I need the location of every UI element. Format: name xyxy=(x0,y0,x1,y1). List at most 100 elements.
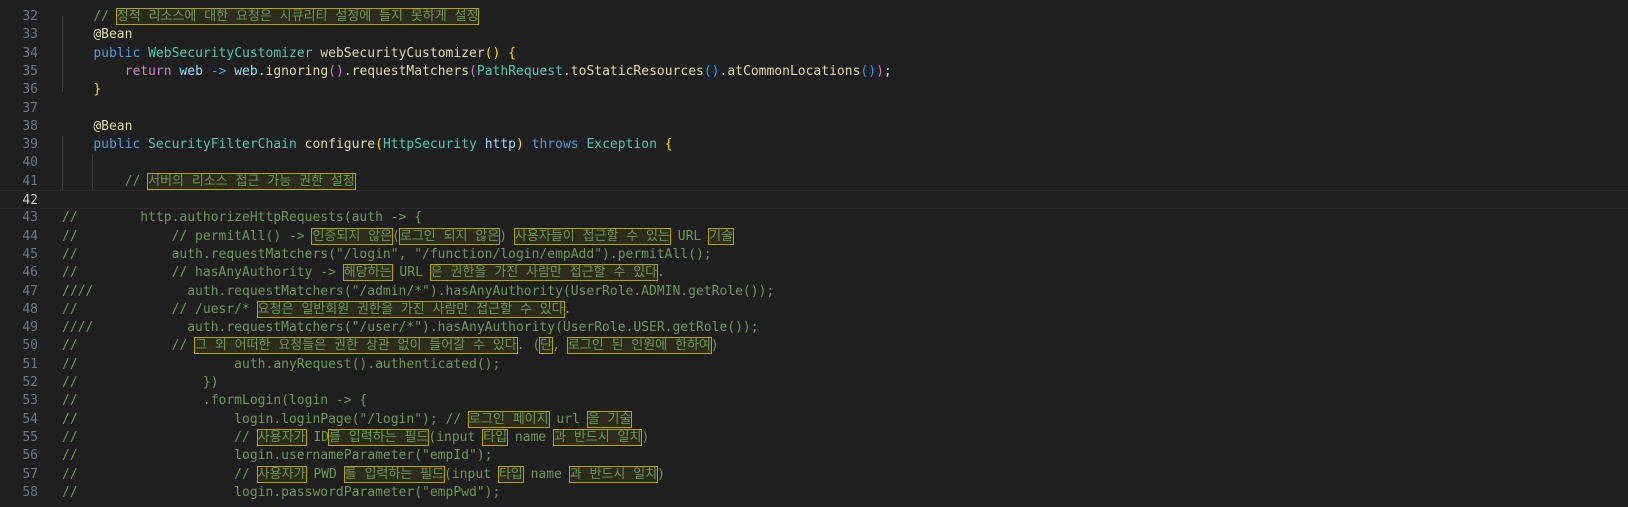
line-number: 44 xyxy=(22,228,38,244)
code-line[interactable]: 34 public WebSecurityCustomizer webSecur… xyxy=(0,44,1628,63)
code-line[interactable]: 52 // }) xyxy=(0,373,1628,392)
code-text: // // 그 외 어떠한 요청들은 권한 상관 없이 들어갈 수 있다. (단… xyxy=(62,336,719,355)
unicode-highlight: 사용자가 xyxy=(256,428,307,446)
code-token: name xyxy=(507,429,555,445)
code-text: // 서버의 리소스 접근 가능 권한 설정 xyxy=(62,172,356,191)
code-token: ID xyxy=(305,429,329,445)
code-line[interactable]: 58 // login.passwordParameter("empPwd"); xyxy=(0,483,1628,502)
code-line[interactable]: 47 //// auth.requestMatchers("/admin/*").… xyxy=(0,282,1628,301)
code-text: // .formLogin(login -> { xyxy=(62,391,367,410)
code-token: webSecurityCustomizer xyxy=(320,45,485,61)
code-text: // auth.requestMatchers("/login", "/func… xyxy=(62,245,712,264)
code-token: . ( xyxy=(516,338,541,354)
unicode-highlight: 타입 xyxy=(497,465,524,483)
code-token: // login.loginPage("/login"); // xyxy=(62,411,469,427)
code-line[interactable]: 33 @Bean xyxy=(0,25,1628,44)
code-text: // // 사용자가 PWD 를 입력하는 필드(input 타입 name 과… xyxy=(62,465,665,484)
code-token: ( xyxy=(469,63,477,79)
code-line[interactable]: 32 // 정적 리소스에 대한 요청은 시큐리티 설정에 들지 못하게 설정 xyxy=(0,7,1628,26)
code-token: @Bean xyxy=(93,27,133,43)
line-number: 56 xyxy=(22,448,38,464)
code-line[interactable]: 46 // // hasAnyAuthority -> 해당하는 URL 은 권한… xyxy=(0,263,1628,282)
code-token: { xyxy=(664,137,673,153)
code-line[interactable]: 41 // 서버의 리소스 접근 가능 권한 설정 xyxy=(0,172,1628,191)
code-token: PWD xyxy=(305,466,345,482)
code-token: . xyxy=(657,265,665,281)
code-line[interactable]: 48 // // /uesr/* 요청은 일반회원 권한을 가진 사람만 접근할 … xyxy=(0,300,1628,319)
code-token: // xyxy=(93,9,117,24)
unicode-highlight: 서버의 리소스 접근 가능 권한 설정 xyxy=(147,172,356,190)
unicode-highlight: 해당하는 xyxy=(342,264,393,282)
code-token: (input xyxy=(428,429,484,445)
code-token: -> xyxy=(210,63,235,79)
code-token: requestMatchers xyxy=(351,63,470,79)
unicode-highlight: 과 반드시 일치 xyxy=(568,465,659,483)
code-line[interactable]: 56 // login.usernameParameter("empId"); xyxy=(0,446,1628,465)
code-token: URL xyxy=(391,265,431,281)
code-token: Exception xyxy=(586,137,665,153)
code-line[interactable]: 38 @Bean xyxy=(0,117,1628,136)
code-text: // 정적 리소스에 대한 요청은 시큐리티 설정에 들지 못하게 설정 xyxy=(62,7,480,26)
code-line[interactable]: 42 xyxy=(0,190,1628,209)
code-text: // auth.anyRequest().authenticated(); xyxy=(62,355,500,374)
code-line[interactable]: 37 xyxy=(0,99,1628,118)
code-token: . xyxy=(563,301,572,317)
code-token: ) xyxy=(516,137,524,153)
code-line[interactable]: 40 xyxy=(0,153,1628,172)
code-token: PathRequest xyxy=(476,63,563,79)
code-text: // }) xyxy=(62,373,219,392)
code-line[interactable]: 51 // auth.anyRequest().authenticated(); xyxy=(0,355,1628,374)
code-line[interactable]: 45 // auth.requestMatchers("/login", "/fu… xyxy=(0,245,1628,264)
code-line[interactable]: 57 // // 사용자가 PWD 를 입력하는 필드(input 타입 name… xyxy=(0,465,1628,484)
code-line[interactable]: 39 public SecurityFilterChain configure(… xyxy=(0,135,1628,154)
code-line[interactable]: 53 // .formLogin(login -> { xyxy=(0,391,1628,410)
line-number: 45 xyxy=(22,246,38,262)
code-token: throws xyxy=(531,137,587,153)
code-token: . xyxy=(257,63,266,79)
unicode-highlight: 요청은 일반회원 권한을 가진 사람만 접근할 수 있다 xyxy=(256,300,565,318)
code-token: () xyxy=(860,63,877,79)
code-line[interactable]: 50 // // 그 외 어떠한 요청들은 권한 상관 없이 들어갈 수 있다. … xyxy=(0,336,1628,355)
code-text: // // /uesr/* 요청은 일반회원 권한을 가진 사람만 접근할 수 … xyxy=(62,300,571,319)
line-number: 57 xyxy=(22,466,38,482)
code-text: // // permitAll() -> 인증되지 않은(로그인 되지 않은) … xyxy=(62,227,735,246)
line-number: 41 xyxy=(22,173,38,189)
code-token: SecurityFilterChain xyxy=(148,137,305,153)
code-line[interactable]: 35 return web -> web.ignoring().requestM… xyxy=(0,62,1628,81)
code-line[interactable]: 43 // http.authorizeHttpRequests(auth -> … xyxy=(0,208,1628,227)
code-token: //// auth.requestMatchers("/user/*").has… xyxy=(62,320,759,336)
code-token: ) xyxy=(641,429,650,445)
indent-guide xyxy=(92,154,93,190)
code-token: web xyxy=(234,63,258,79)
code-token: () xyxy=(328,63,344,79)
code-line[interactable]: 36 } xyxy=(0,80,1628,99)
unicode-highlight: 과 반드시 일치 xyxy=(553,428,643,446)
code-line[interactable]: 55 // // 사용자가 ID를 입력하는 필드(input 타입 name 과… xyxy=(0,428,1628,447)
unicode-highlight: 을 기술 xyxy=(586,410,633,428)
code-token: public xyxy=(93,45,149,61)
code-editor[interactable]: 32 // 정적 리소스에 대한 요청은 시큐리티 설정에 들지 못하게 설정 3… xyxy=(0,0,1628,507)
code-token: . xyxy=(343,63,352,79)
line-number: 55 xyxy=(22,429,38,445)
code-token: ) xyxy=(657,466,665,482)
code-line[interactable]: 44 // // permitAll() -> 인증되지 않은(로그인 되지 않은… xyxy=(0,227,1628,246)
code-token: // }) xyxy=(62,375,219,390)
code-token: // .formLogin(login -> { xyxy=(62,393,368,409)
code-token: @Bean xyxy=(93,118,133,134)
line-number: 34 xyxy=(22,45,38,61)
code-token: // // xyxy=(62,338,196,354)
code-line[interactable]: 54 // login.loginPage("/login"); // 로그인 페… xyxy=(0,410,1628,429)
line-number: 40 xyxy=(22,155,38,171)
code-text: } xyxy=(62,80,101,99)
line-number: 43 xyxy=(22,210,38,226)
unicode-highlight: 로그인 되지 않은 xyxy=(398,227,501,245)
unicode-highlight: 로그인 페이지 xyxy=(468,410,550,428)
code-token: ignoring xyxy=(265,63,329,79)
unicode-highlight: 사용자가 xyxy=(256,465,307,483)
code-token: //// auth.requestMatchers("/admin/*").ha… xyxy=(62,283,775,299)
code-line[interactable]: 49 //// auth.requestMatchers("/user/*").h… xyxy=(0,318,1628,337)
unicode-highlight: 인증되지 않은 xyxy=(311,227,394,245)
